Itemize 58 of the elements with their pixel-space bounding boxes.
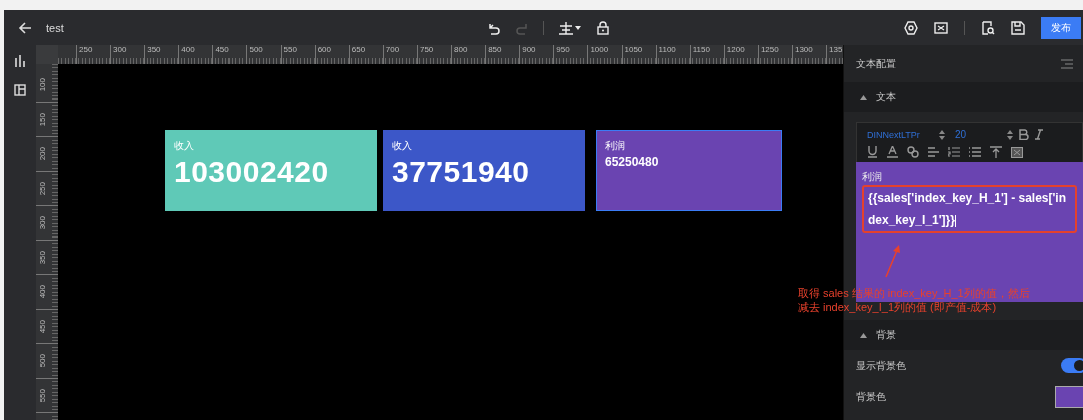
save-icon[interactable] <box>1011 20 1025 35</box>
ordered-list-icon[interactable] <box>948 146 960 158</box>
section-header[interactable]: 背景 <box>844 320 1083 350</box>
ruler-label: 350 <box>38 250 47 264</box>
preview-label: 利润 <box>862 170 883 184</box>
annotation-arrow <box>884 244 902 278</box>
panel-title: 文本配置 <box>856 56 896 71</box>
color-swatch[interactable] <box>1055 385 1083 408</box>
link-icon[interactable] <box>907 146 919 158</box>
font-select[interactable]: DINNextLTPr <box>867 129 933 140</box>
ruler-label: 400 <box>38 285 47 299</box>
bar-chart-icon[interactable] <box>14 55 26 67</box>
list-icon[interactable] <box>969 146 981 158</box>
ruler-label: 150 <box>38 112 47 126</box>
setting-label: 显示背景色 <box>856 358 906 373</box>
ruler-label: 200 <box>38 147 47 161</box>
align-dropdown-icon[interactable] <box>558 20 583 35</box>
stat-card[interactable]: 收入 37751940 <box>383 130 585 211</box>
vertical-align-top-icon[interactable] <box>990 146 1002 158</box>
spinner-icon[interactable] <box>1007 129 1013 140</box>
caret-icon <box>860 94 867 100</box>
lock-icon[interactable] <box>596 20 611 35</box>
ruler-label: 500 <box>38 354 47 368</box>
card-label: 收入 <box>174 139 195 153</box>
ruler-label: 250 <box>38 181 47 195</box>
layout-icon[interactable] <box>14 84 26 96</box>
italic-icon[interactable] <box>1035 129 1043 140</box>
window-title: test <box>46 21 64 34</box>
ruler-label: 100 <box>38 78 47 92</box>
spinner-icon[interactable] <box>939 129 945 140</box>
publish-button[interactable]: 发布 <box>1041 16 1081 39</box>
card-value: 103002420 <box>174 155 330 189</box>
ruler-label: 450 <box>38 319 47 333</box>
preview-icon[interactable] <box>934 20 948 35</box>
section-title: 背景 <box>876 328 896 342</box>
document-search-icon[interactable] <box>981 20 995 35</box>
caret-icon <box>860 332 867 338</box>
toggle-switch[interactable] <box>1061 358 1083 373</box>
annotation-text: 减去 index_key_I_1列的值 (即产值-成本) <box>798 300 997 314</box>
settings-icon[interactable] <box>904 20 918 35</box>
ruler-label: 300 <box>38 216 47 230</box>
ruler-label: 550 <box>38 388 47 402</box>
stat-card[interactable]: 利润 65250480 <box>596 130 782 211</box>
align-left-icon[interactable] <box>928 146 939 158</box>
font-size-field[interactable]: 20 <box>955 129 1001 140</box>
card-value: 65250480 <box>605 155 660 169</box>
formula-field[interactable]: {{sales['index_key_H_1'] - sales['index_key_I_1']}} <box>862 185 1077 233</box>
underline-icon[interactable] <box>867 146 878 158</box>
back-arrow-icon[interactable] <box>18 20 32 35</box>
card-label: 利润 <box>605 139 626 153</box>
section-title: 文本 <box>876 90 896 104</box>
card-label: 收入 <box>392 139 413 153</box>
text-color-icon[interactable] <box>887 146 898 158</box>
card-value: 37751940 <box>392 155 531 189</box>
table-icon[interactable] <box>1011 146 1023 158</box>
setting-label: 背景色 <box>856 389 886 404</box>
section-header[interactable]: 文本 <box>844 82 1083 112</box>
bold-icon[interactable] <box>1019 129 1029 140</box>
